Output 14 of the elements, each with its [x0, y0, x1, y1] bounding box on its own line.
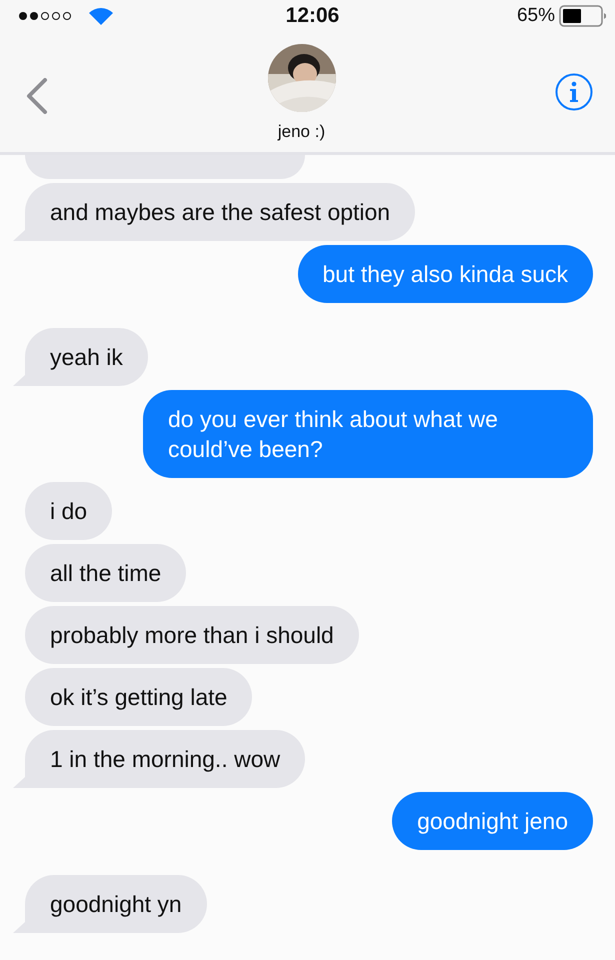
- sent-message: but they also kinda suck: [298, 245, 593, 303]
- received-message: and maybes are the safest option: [13, 183, 416, 241]
- battery-icon: [559, 5, 607, 27]
- info-icon[interactable]: [555, 73, 593, 111]
- contact-name[interactable]: jeno :): [278, 122, 326, 142]
- battery-percentage: 65%: [516, 5, 555, 27]
- received-message: goodnight yn: [13, 875, 207, 933]
- wifi-icon: [88, 7, 114, 25]
- received-message: yeah ik: [13, 328, 148, 386]
- sent-message: do you ever think about what we could’ve been?: [143, 390, 593, 478]
- received-message: 1 in the morning.. wow: [13, 730, 306, 788]
- back-icon[interactable]: [26, 78, 48, 114]
- clock-time: 12:06: [286, 4, 340, 28]
- sent-message: goodnight jeno: [392, 792, 593, 850]
